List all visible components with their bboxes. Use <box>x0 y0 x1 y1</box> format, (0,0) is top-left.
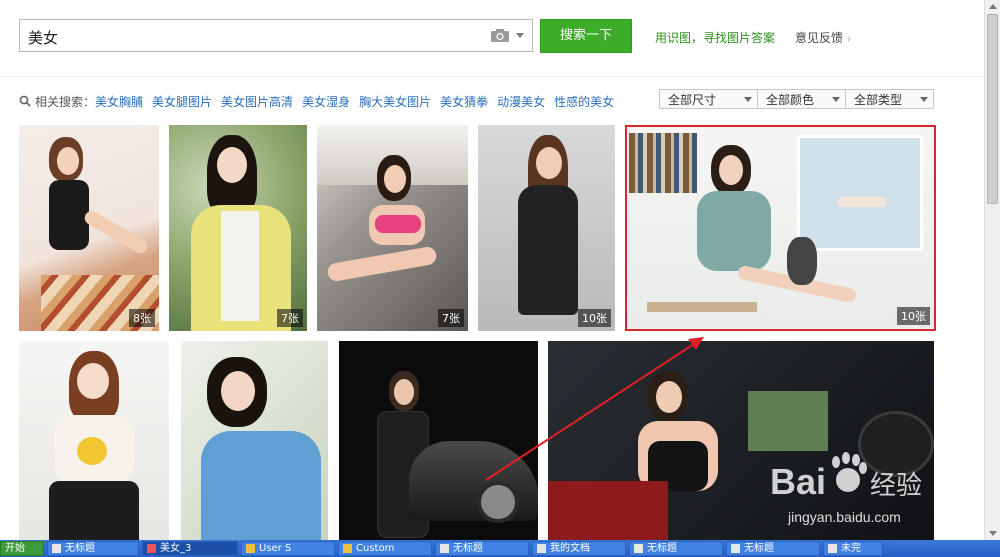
window-icon <box>634 544 643 553</box>
scroll-down-icon[interactable] <box>989 531 997 536</box>
start-button[interactable]: 开始 <box>0 541 44 556</box>
taskbar-item-label: 无标题 <box>744 543 774 554</box>
taskbar-item[interactable]: 无标题 <box>629 541 723 556</box>
taskbar-item[interactable]: User S <box>241 541 335 556</box>
window-icon <box>440 544 449 553</box>
start-label: 开始 <box>5 543 25 554</box>
folder-icon <box>246 544 255 553</box>
watermark-suffix: 经验 <box>870 471 922 501</box>
scrollbar[interactable] <box>984 0 1000 540</box>
window-icon <box>731 544 740 553</box>
taskbar-item-label: 无标题 <box>647 543 677 554</box>
taskbar-item-label: 无标题 <box>65 543 95 554</box>
taskbar-item[interactable]: 无标题 <box>47 541 139 556</box>
taskbar-item[interactable]: Custom <box>338 541 432 556</box>
scrollbar-thumb[interactable] <box>987 14 998 204</box>
folder-icon <box>343 544 352 553</box>
taskbar-item-label: 我的文档 <box>550 543 590 554</box>
taskbar-item-active[interactable]: 美女_3 <box>142 541 238 556</box>
taskbar-item[interactable]: 未完 <box>823 541 883 556</box>
watermark-brand: Bai <box>770 461 826 502</box>
window-icon <box>828 544 837 553</box>
document-icon <box>537 544 546 553</box>
taskbar-item-label: 无标题 <box>453 543 483 554</box>
baidu-jingyan-watermark: Bai 经验 jingyan.baidu.com <box>770 452 922 525</box>
scroll-up-icon[interactable] <box>989 4 997 9</box>
taskbar-item-label: Custom <box>356 543 395 554</box>
taskbar-item[interactable]: 我的文档 <box>532 541 626 556</box>
taskbar-item-label: 美女_3 <box>160 543 192 554</box>
taskbar: 开始 无标题 美女_3 User S Custom 无标题 我的文档 无标题 无… <box>0 540 1000 557</box>
paw-icon <box>832 452 867 492</box>
watermark-url: jingyan.baidu.com <box>787 509 901 525</box>
taskbar-item[interactable]: 无标题 <box>726 541 820 556</box>
taskbar-item-label: 未完 <box>841 543 861 554</box>
browser-icon <box>147 544 156 553</box>
taskbar-item[interactable]: 无标题 <box>435 541 529 556</box>
taskbar-item-label: User S <box>259 543 292 554</box>
window-icon <box>52 544 61 553</box>
